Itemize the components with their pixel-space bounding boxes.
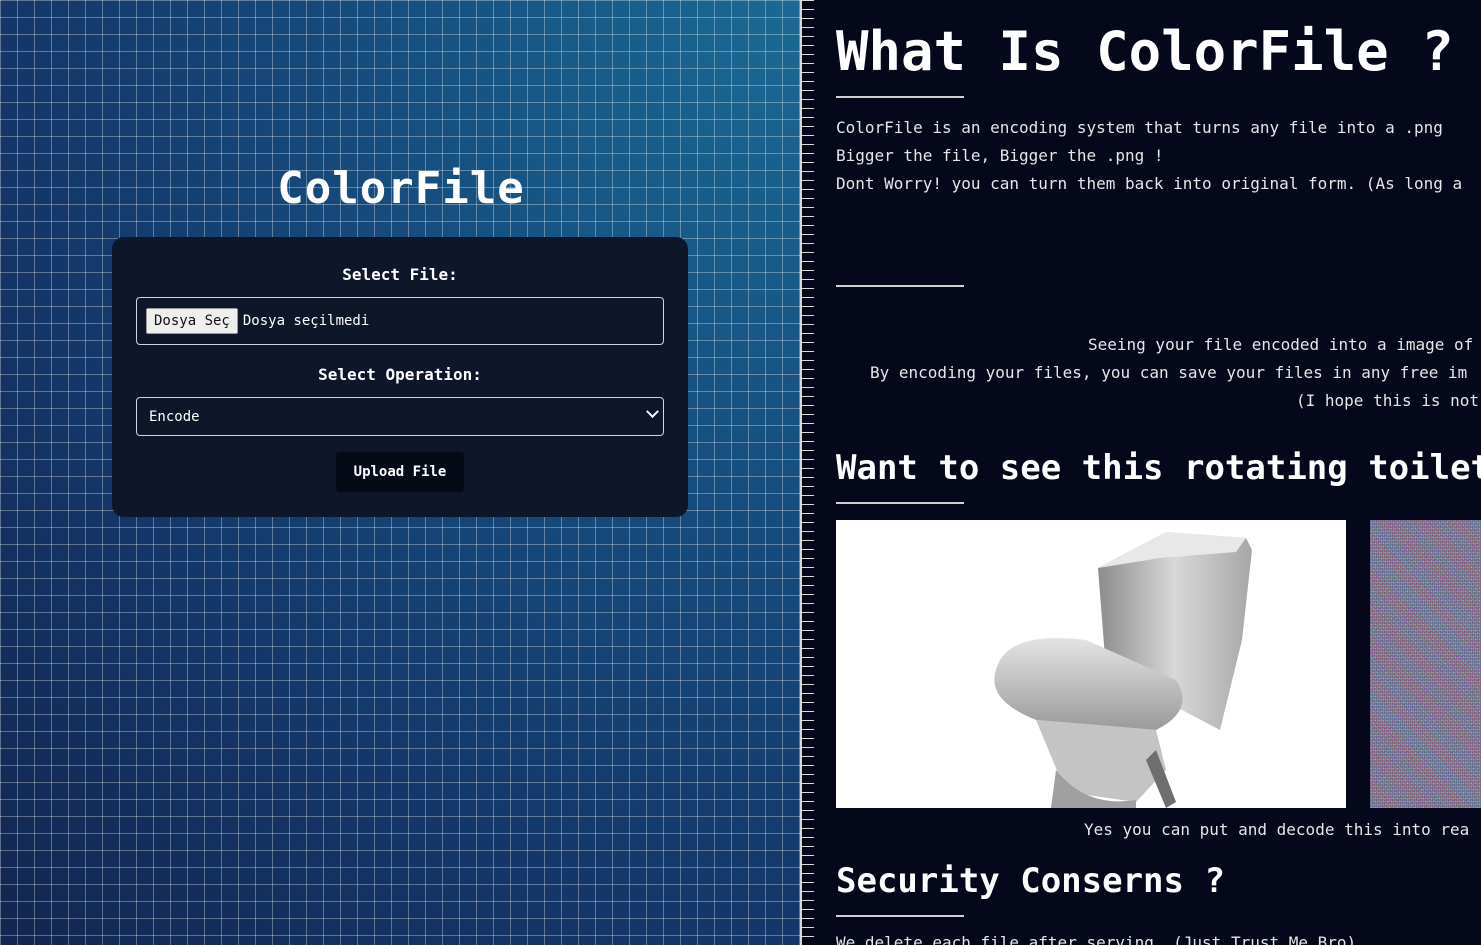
- chevron-down-icon: [646, 405, 659, 419]
- toilet-icon: [994, 532, 1252, 808]
- section-divider: [836, 285, 964, 287]
- choose-file-button[interactable]: Dosya Seç: [146, 308, 238, 334]
- upload-file-button[interactable]: Upload File: [336, 452, 464, 492]
- encoded-png-preview: [1370, 520, 1481, 808]
- app-title: ColorFile: [277, 163, 525, 214]
- upload-panel: ColorFile Select File: Dosya Seç Dosya s…: [0, 0, 802, 945]
- security-heading: Security Conserns ?: [836, 861, 1225, 901]
- file-input[interactable]: Dosya Seç Dosya seçilmedi: [136, 297, 664, 345]
- toilet-image: [836, 520, 1346, 808]
- panel-divider: [800, 0, 814, 945]
- security-text: We delete each file after serving. (Just…: [836, 933, 1357, 945]
- info-panel: What Is ColorFile ? ColorFile is an enco…: [814, 0, 1481, 945]
- select-operation-label: Select Operation:: [318, 365, 482, 384]
- heading-underline: [836, 915, 964, 917]
- rotating-toilet-heading: Want to see this rotating toilet: [836, 448, 1481, 488]
- heading-underline: [836, 96, 964, 98]
- center-text-line: By encoding your files, you can save you…: [870, 363, 1468, 382]
- center-text-line: (I hope this is not: [1296, 391, 1480, 410]
- select-file-label: Select File:: [342, 265, 458, 284]
- toilet-caption: Yes you can put and decode this into rea: [1084, 820, 1470, 839]
- intro-line: Bigger the file, Bigger the .png !: [836, 146, 1164, 165]
- file-status-text: Dosya seçilmedi: [242, 313, 370, 329]
- operation-select[interactable]: Encode: [136, 397, 664, 436]
- operation-selected-value: Encode: [149, 408, 200, 425]
- intro-line: ColorFile is an encoding system that tur…: [836, 118, 1443, 137]
- what-is-heading: What Is ColorFile ?: [836, 20, 1454, 83]
- center-text-line: Seeing your file encoded into a image of: [1088, 335, 1474, 354]
- intro-line: Dont Worry! you can turn them back into …: [836, 174, 1463, 193]
- upload-form: Select File: Dosya Seç Dosya seçilmedi S…: [112, 237, 688, 517]
- heading-underline: [836, 502, 964, 504]
